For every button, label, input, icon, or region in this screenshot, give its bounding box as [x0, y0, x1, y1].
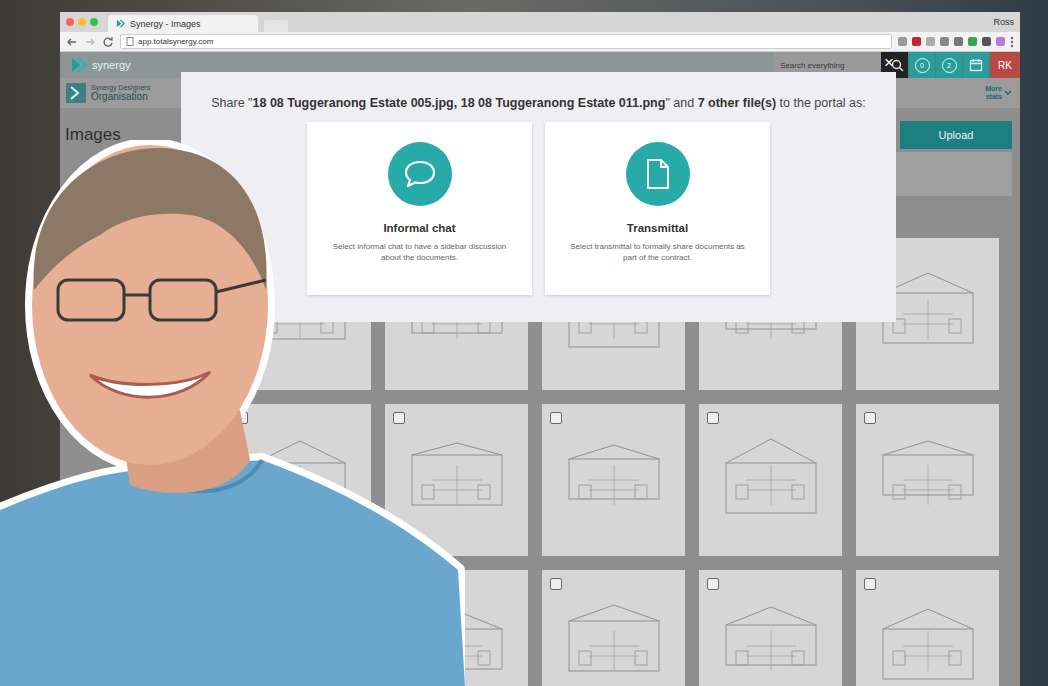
select-checkbox[interactable] — [707, 412, 719, 424]
maximize-window-icon[interactable] — [90, 18, 98, 26]
extension-bar — [898, 36, 1014, 48]
counter-badge: 2 — [942, 58, 957, 73]
option-title: Transmittal — [627, 222, 688, 234]
page-title: Images — [65, 125, 121, 145]
cast-icon[interactable] — [954, 37, 963, 46]
document-icon — [645, 158, 671, 190]
minimize-window-icon[interactable] — [78, 18, 86, 26]
option-title: Informal chat — [383, 222, 455, 234]
option-icon-circle — [388, 142, 452, 206]
chevron-down-icon — [1004, 90, 1012, 96]
image-thumbnail[interactable] — [542, 404, 685, 556]
back-arrow-icon[interactable] — [66, 36, 78, 48]
extension-icon[interactable] — [940, 37, 949, 46]
calendar-button[interactable] — [962, 52, 989, 78]
tab-bar: Synergy - Images Ross — [60, 12, 1020, 32]
extension-icon[interactable] — [982, 37, 991, 46]
drawing-preview — [873, 435, 983, 525]
url-field[interactable]: app.totalsynergy.com — [120, 34, 892, 49]
extension-icon[interactable] — [926, 37, 935, 46]
option-description: Select transmittal to formally share doc… — [568, 242, 748, 264]
drawing-preview — [873, 601, 983, 686]
select-checkbox[interactable] — [864, 412, 876, 424]
extension-icon[interactable] — [996, 37, 1005, 46]
organisation-logo-icon — [66, 83, 86, 103]
notification-button[interactable]: 2 — [935, 52, 962, 78]
select-checkbox[interactable] — [550, 412, 562, 424]
select-checkbox[interactable] — [864, 578, 876, 590]
new-tab-button[interactable] — [264, 20, 288, 32]
synergy-logo[interactable]: synergy — [60, 52, 131, 78]
extension-icon[interactable] — [898, 37, 907, 46]
pinterest-icon[interactable] — [912, 37, 921, 46]
extension-icon[interactable] — [968, 37, 977, 46]
share-option-card[interactable]: Transmittal Select transmittal to formal… — [545, 122, 770, 295]
image-thumbnail[interactable] — [542, 570, 685, 686]
page-icon — [126, 37, 134, 46]
speech-bubble-icon — [403, 159, 437, 189]
share-option-card[interactable]: Informal chat Select informal chat to ha… — [307, 122, 532, 295]
drawing-preview — [402, 435, 512, 525]
counter-badge: 0 — [915, 58, 930, 73]
select-checkbox[interactable] — [550, 578, 562, 590]
share-dialog: Share "18 08 Tuggeranong Estate 005.jpg,… — [181, 72, 896, 322]
profile-name[interactable]: Ross — [993, 17, 1014, 27]
option-icon-circle — [626, 142, 690, 206]
image-thumbnail[interactable] — [856, 570, 999, 686]
drawing-preview — [716, 435, 826, 525]
notification-button[interactable]: 0 — [908, 52, 935, 78]
select-checkbox[interactable] — [393, 412, 405, 424]
user-avatar[interactable]: RK — [989, 52, 1020, 78]
close-dialog-button[interactable]: × — [884, 54, 894, 71]
drawing-preview — [716, 601, 826, 686]
option-description: Select informal chat to have a sidebar d… — [330, 242, 510, 264]
drawing-preview — [559, 435, 669, 525]
image-thumbnail[interactable] — [699, 404, 842, 556]
dialog-title: Share "18 08 Tuggeranong Estate 005.jpg,… — [211, 96, 866, 110]
address-bar: app.totalsynergy.com — [60, 32, 1020, 52]
presenter-photo — [0, 140, 465, 686]
forward-arrow-icon[interactable] — [84, 36, 96, 48]
more-stats-button[interactable]: More stats — [978, 85, 1012, 100]
menu-dots-icon[interactable] — [1010, 36, 1014, 48]
synergy-favicon-icon — [116, 19, 125, 28]
drawing-preview — [559, 601, 669, 686]
image-thumbnail[interactable] — [856, 404, 999, 556]
browser-tab[interactable]: Synergy - Images — [108, 15, 258, 32]
select-checkbox[interactable] — [707, 578, 719, 590]
image-thumbnail[interactable] — [699, 570, 842, 686]
calendar-icon — [969, 58, 983, 72]
close-window-icon[interactable] — [66, 18, 74, 26]
office-photo-background: Synergy - Images Ross app.totalsynergy.c… — [0, 0, 1048, 686]
organisation-switcher[interactable]: Synergy Designers Organisation — [66, 83, 150, 103]
reload-icon[interactable] — [102, 36, 114, 48]
upload-button[interactable]: Upload — [900, 121, 1012, 149]
synergy-arrow-icon — [70, 56, 88, 74]
window-controls — [66, 18, 98, 26]
